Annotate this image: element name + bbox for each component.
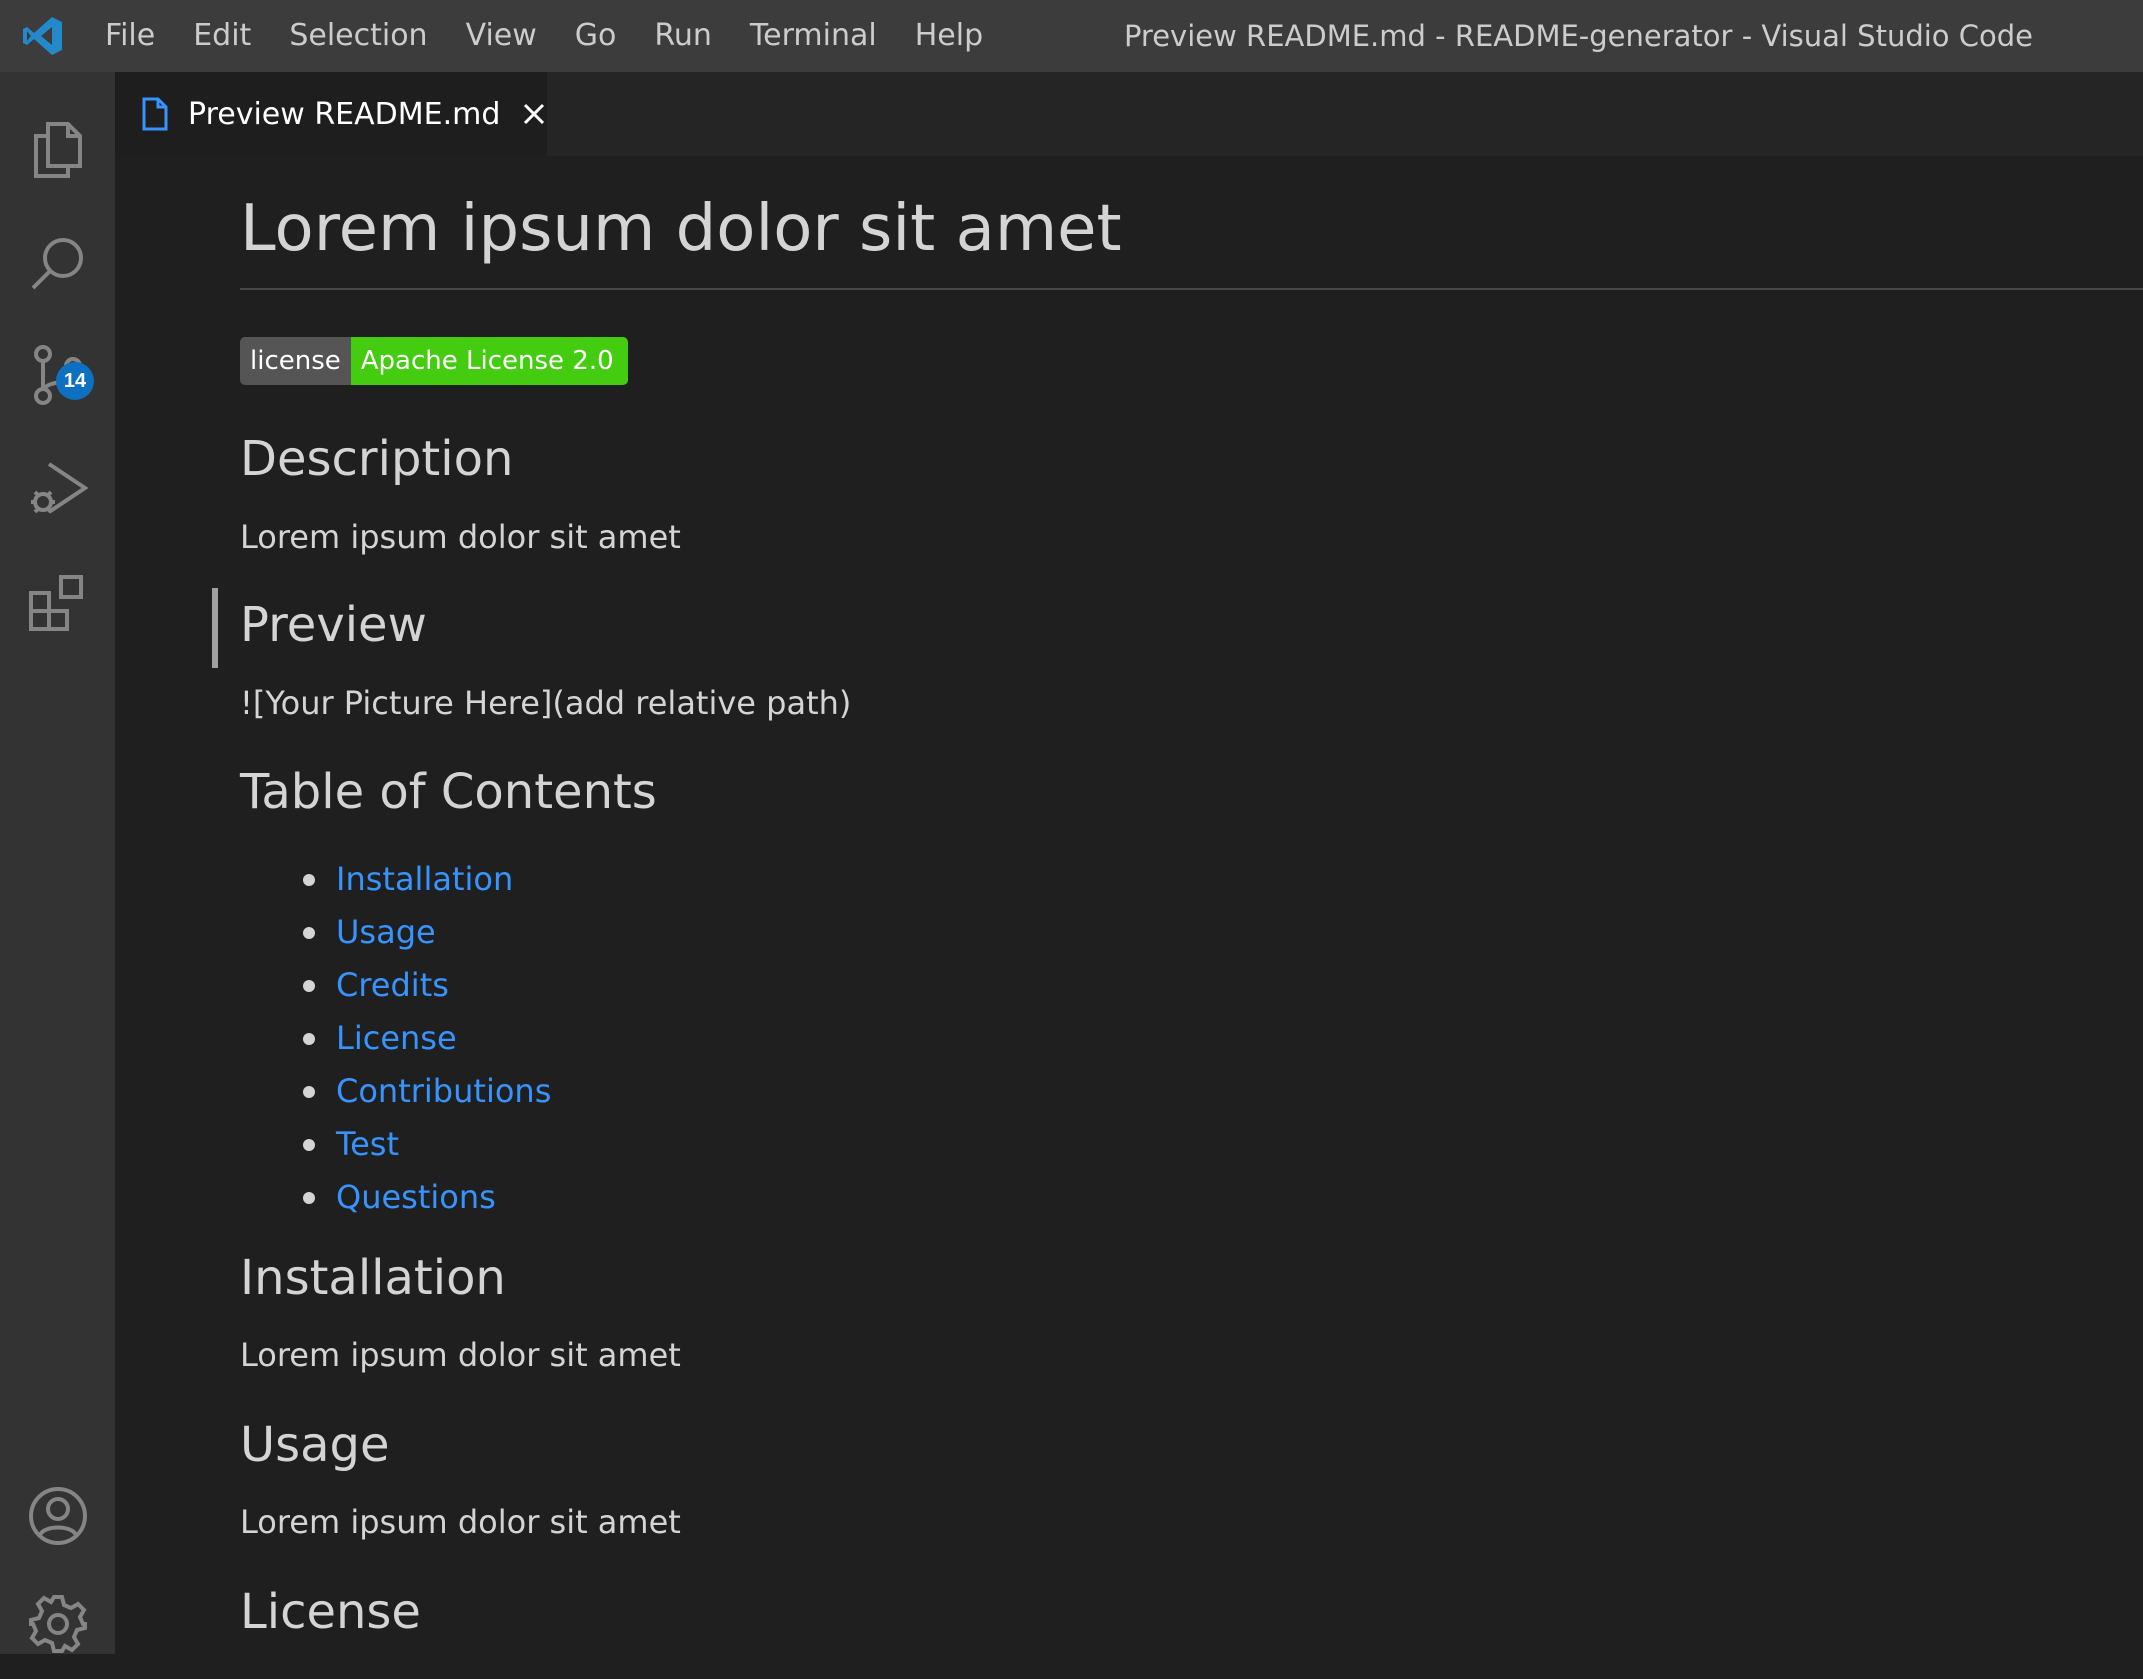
bullet <box>303 1086 315 1098</box>
title-divider <box>240 288 2143 290</box>
search-icon[interactable] <box>0 208 115 318</box>
toc-link-installation[interactable]: Installation <box>336 860 513 898</box>
bullet <box>303 927 315 939</box>
toc-link-questions[interactable]: Questions <box>336 1178 496 1216</box>
menu-file[interactable]: File <box>86 0 174 72</box>
list-item: Questions <box>240 1171 551 1224</box>
document-title: Lorem ipsum dolor sit amet <box>240 192 1122 266</box>
active-line-indicator <box>212 588 218 668</box>
activity-bar: 14 <box>0 72 115 1654</box>
menu-terminal[interactable]: Terminal <box>731 0 896 72</box>
usage-text: Lorem ipsum dolor sit amet <box>240 1503 681 1541</box>
preview-heading: Preview <box>240 597 427 653</box>
window-title: Preview README.md - README-generator - V… <box>1123 19 2033 53</box>
bullet <box>303 874 315 886</box>
markdown-file-icon <box>142 96 168 132</box>
bullet <box>303 1139 315 1151</box>
list-item: Contributions <box>240 1065 551 1118</box>
extensions-icon[interactable] <box>0 549 115 659</box>
markdown-preview[interactable]: Lorem ipsum dolor sit amet license Apach… <box>115 156 2143 1654</box>
title-bar: File Edit Selection View Go Run Terminal… <box>0 0 2143 72</box>
toc-link-credits[interactable]: Credits <box>336 966 449 1004</box>
menu-selection[interactable]: Selection <box>270 0 446 72</box>
bullet <box>303 1033 315 1045</box>
list-item: Test <box>240 1118 551 1171</box>
toc-link-license[interactable]: License <box>336 1019 457 1057</box>
tab-label: Preview README.md <box>188 96 501 132</box>
license-badge-value: Apache License 2.0 <box>350 337 628 385</box>
toc-link-test[interactable]: Test <box>336 1125 399 1163</box>
menu-view[interactable]: View <box>447 0 556 72</box>
preview-text: ![Your Picture Here](add relative path) <box>240 684 852 722</box>
installation-text: Lorem ipsum dolor sit amet <box>240 1336 681 1374</box>
license-badge-label: license <box>240 337 351 385</box>
manage-gear-icon[interactable] <box>0 1569 115 1679</box>
toc-heading: Table of Contents <box>240 764 657 820</box>
editor-tabs: Preview README.md <box>115 72 2143 156</box>
list-item: Credits <box>240 959 551 1012</box>
bullet <box>303 980 315 992</box>
list-item: Usage <box>240 906 551 959</box>
menu-help[interactable]: Help <box>896 0 1002 72</box>
source-control-badge: 14 <box>56 362 94 400</box>
tab-preview-readme[interactable]: Preview README.md <box>115 72 547 156</box>
vscode-logo-icon <box>0 0 86 72</box>
close-icon[interactable] <box>520 97 547 131</box>
license-badge[interactable]: license Apache License 2.0 <box>240 337 628 385</box>
installation-heading: Installation <box>240 1250 506 1306</box>
list-item: License <box>240 1012 551 1065</box>
toc-link-usage[interactable]: Usage <box>336 913 436 951</box>
menu-run[interactable]: Run <box>635 0 731 72</box>
menu-go[interactable]: Go <box>556 0 636 72</box>
list-item: Installation <box>240 853 551 906</box>
description-heading: Description <box>240 431 514 487</box>
toc-list: Installation Usage Credits License Contr… <box>240 853 551 1224</box>
menu-edit[interactable]: Edit <box>174 0 270 72</box>
description-text: Lorem ipsum dolor sit amet <box>240 518 681 556</box>
usage-heading: Usage <box>240 1417 390 1473</box>
toc-link-contributions[interactable]: Contributions <box>336 1072 551 1110</box>
accounts-icon[interactable] <box>0 1461 115 1571</box>
bullet <box>303 1192 315 1204</box>
run-debug-icon[interactable] <box>0 434 115 544</box>
license-heading: License <box>240 1584 421 1640</box>
explorer-icon[interactable] <box>0 95 115 205</box>
